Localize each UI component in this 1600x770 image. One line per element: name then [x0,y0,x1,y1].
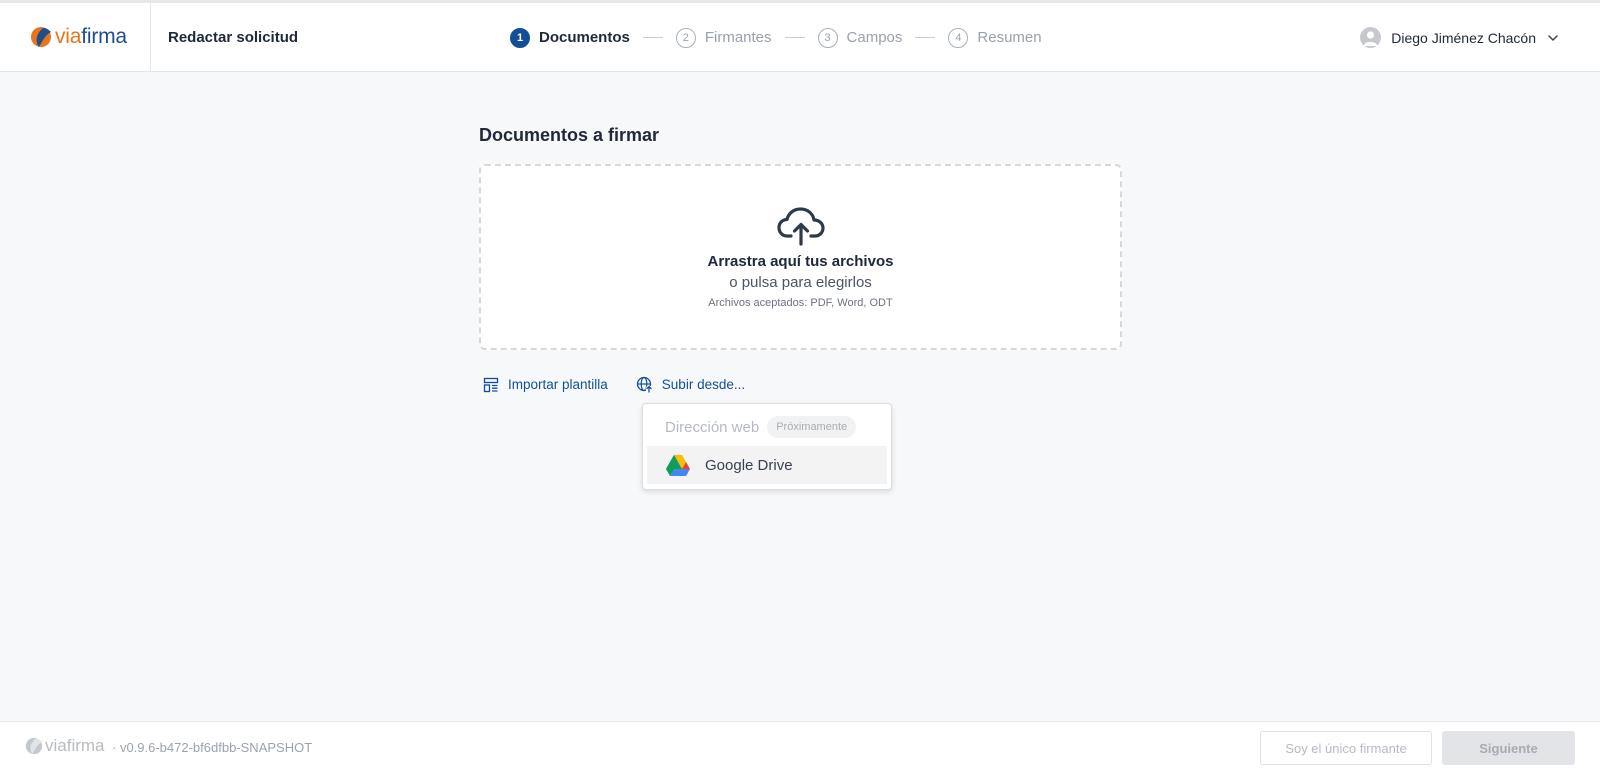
step-campos[interactable]: 3 Campos [817,27,903,48]
stepper: 1 Documentos 2 Firmantes 3 Campos 4 Resu… [510,3,1042,72]
page-title: Redactar solicitud [168,28,299,46]
globe-upload-icon [636,376,653,393]
dropzone-primary-text: Arrastra aquí tus archivos [707,253,894,270]
step-firmantes[interactable]: 2 Firmantes [675,27,772,48]
google-drive-icon [666,454,690,476]
menu-item-web-address: Dirección web Próximamente [647,408,887,446]
app-version: · v0.9.6-b472-bf6dfbb-SNAPSHOT [112,740,313,755]
import-template-label: Importar plantilla [508,377,608,392]
step-number: 1 [510,27,530,48]
google-drive-label: Google Drive [705,456,793,474]
cloud-upload-icon [776,207,825,246]
logo-text-via: via [55,25,82,48]
user-name: Diego Jiménez Chacón [1391,29,1536,46]
step-separator [915,37,936,38]
logo-text-firma: firma [81,25,127,48]
upload-source-dropdown: Dirección web Próximamente Google Drive [642,403,892,490]
step-label: Documentos [539,29,630,46]
coming-soon-badge: Próximamente [767,416,857,438]
upload-actions: Importar plantilla Subir desde... [483,376,745,393]
import-template-button[interactable]: Importar plantilla [483,376,608,393]
viafirma-logo-mark-icon [31,27,51,47]
step-label: Campos [846,29,903,46]
step-documentos[interactable]: 1 Documentos [510,27,630,48]
step-number: 2 [675,27,696,48]
dropzone-secondary-text: o pulsa para elegirlos [729,274,872,291]
user-icon [1363,31,1378,46]
chevron-down-icon[interactable] [1546,31,1560,45]
avatar [1360,27,1382,48]
step-number: 4 [948,27,969,48]
section-title: Documentos a firmar [479,125,660,145]
user-menu[interactable]: Diego Jiménez Chacón [1360,3,1560,72]
viafirma-logo[interactable]: via firma [30,25,127,49]
dropzone-accepted-formats: Archivos aceptados: PDF, Word, ODT [708,297,893,309]
top-header: via firma Redactar solicitud 1 Documentos… [0,2,1600,72]
next-button[interactable]: Siguiente [1442,731,1575,765]
footer-logo: via firma [25,736,105,756]
logo-container: via firma [0,2,151,72]
footer-logo-text-firma: firma [66,736,105,755]
file-dropzone[interactable]: Arrastra aquí tus archivos o pulsa para … [479,164,1122,350]
step-separator [784,37,805,38]
upload-from-label: Subir desde... [661,377,746,392]
template-icon [483,377,499,392]
viafirma-logo-mark-icon [25,737,43,755]
web-address-label: Dirección web [665,418,760,436]
step-separator [642,37,663,38]
only-signer-button[interactable]: Soy el único firmante [1260,731,1432,765]
main-content: Documentos a firmar Arrastra aquí tus ar… [479,125,1122,350]
footer: via firma · v0.9.6-b472-bf6dfbb-SNAPSHOT … [0,721,1600,770]
step-number: 3 [817,27,838,48]
step-label: Resumen [977,29,1042,46]
footer-logo-text-via: via [45,736,67,755]
menu-item-google-drive[interactable]: Google Drive [647,446,887,484]
step-resumen[interactable]: 4 Resumen [948,27,1042,48]
upload-from-button[interactable]: Subir desde... [636,376,745,393]
step-label: Firmantes [704,29,772,46]
